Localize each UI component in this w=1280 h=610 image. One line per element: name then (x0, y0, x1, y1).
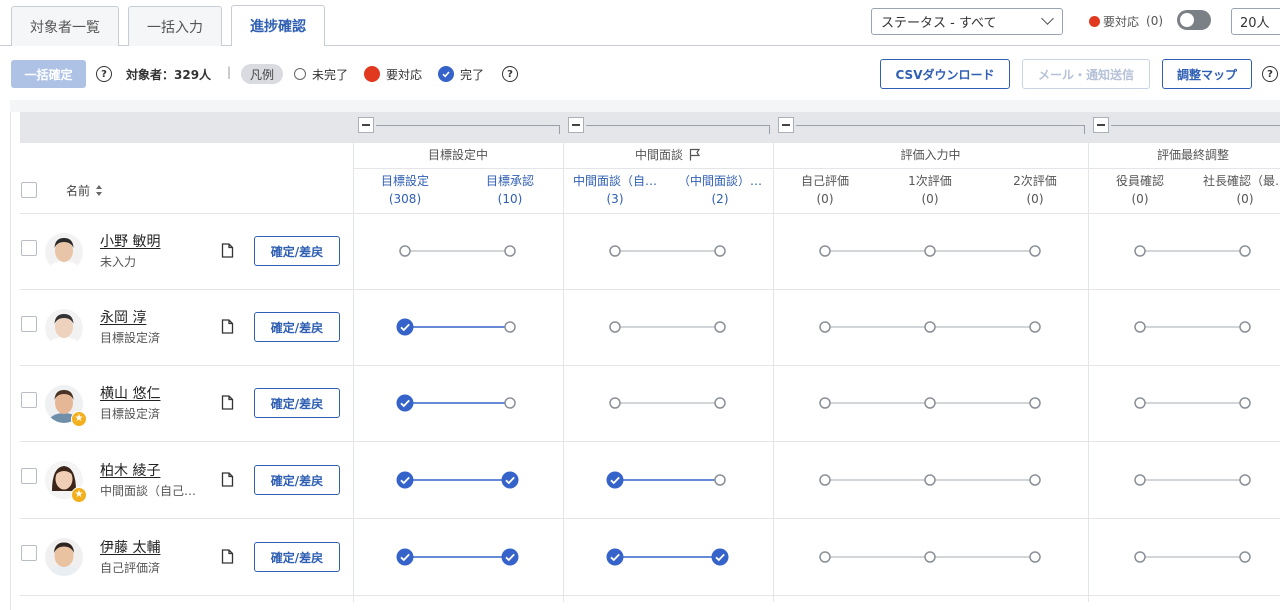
open-circle-icon (714, 321, 726, 333)
check-circle-icon (606, 548, 624, 566)
check-circle-icon (501, 548, 519, 566)
open-circle-icon (1239, 474, 1251, 486)
open-circle-icon (609, 321, 621, 333)
open-circle-icon (504, 245, 516, 257)
open-circle-icon (1029, 397, 1041, 409)
open-circle-icon (924, 397, 936, 409)
open-circle-icon (1239, 397, 1251, 409)
check-circle-icon (396, 548, 414, 566)
open-circle-icon (714, 245, 726, 257)
check-circle-icon (396, 318, 414, 336)
open-circle-icon (1134, 321, 1146, 333)
open-circle-icon (1029, 551, 1041, 563)
open-circle-icon (1134, 397, 1146, 409)
check-circle-icon (711, 548, 729, 566)
open-circle-icon (819, 397, 831, 409)
open-circle-icon (1134, 551, 1146, 563)
open-circle-icon (609, 397, 621, 409)
open-circle-icon (1029, 474, 1041, 486)
open-circle-icon (819, 474, 831, 486)
check-circle-icon (501, 471, 519, 489)
open-circle-icon (1239, 245, 1251, 257)
check-circle-icon (606, 471, 624, 489)
tab-progress[interactable]: 進捗確認 (231, 5, 325, 46)
progress-tracks (396, 245, 1251, 566)
open-circle-icon (1134, 245, 1146, 257)
check-circle-icon (396, 394, 414, 412)
open-circle-icon (1029, 321, 1041, 333)
open-circle-icon (819, 551, 831, 563)
open-circle-icon (1029, 245, 1041, 257)
open-circle-icon (1134, 474, 1146, 486)
open-circle-icon (924, 245, 936, 257)
open-circle-icon (399, 245, 411, 257)
open-circle-icon (819, 321, 831, 333)
open-circle-icon (924, 474, 936, 486)
open-circle-icon (1239, 321, 1251, 333)
check-circle-icon (396, 471, 414, 489)
open-circle-icon (924, 321, 936, 333)
open-circle-icon (924, 551, 936, 563)
open-circle-icon (714, 397, 726, 409)
open-circle-icon (819, 245, 831, 257)
open-circle-icon (1239, 551, 1251, 563)
open-circle-icon (609, 245, 621, 257)
open-circle-icon (714, 474, 726, 486)
open-circle-icon (504, 397, 516, 409)
open-circle-icon (504, 321, 516, 333)
